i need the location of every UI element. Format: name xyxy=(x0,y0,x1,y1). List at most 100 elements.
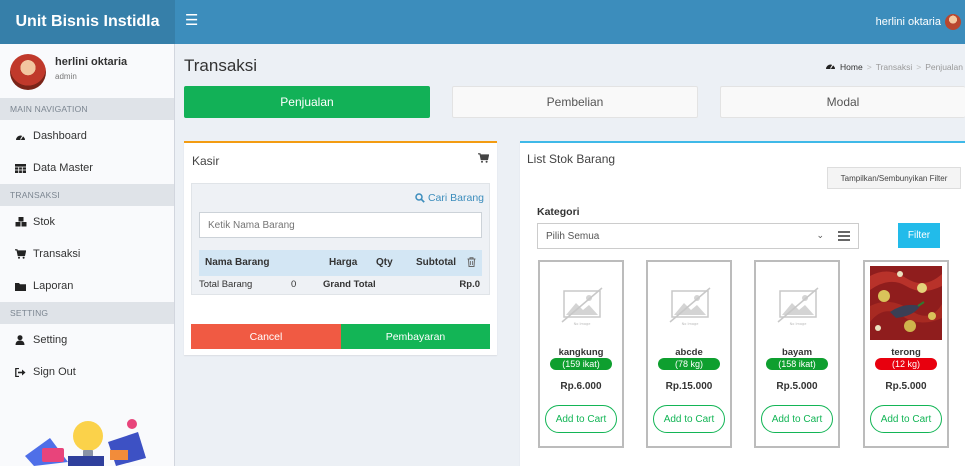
sign-out-icon xyxy=(15,367,33,377)
search-icon xyxy=(415,193,425,203)
breadcrumb-transaksi[interactable]: Transaksi xyxy=(876,62,913,72)
top-user-name: herlini oktaria xyxy=(875,16,941,28)
user-name: herlini oktaria xyxy=(55,56,128,68)
product-name: bayam xyxy=(781,347,813,358)
list-icon[interactable] xyxy=(838,231,850,241)
no-image-icon: No Image xyxy=(656,267,723,344)
home-icon xyxy=(825,61,836,72)
stok-panel: List Stok Barang Tampilkan/Sembunyikan F… xyxy=(520,141,965,466)
no-image-text: No Image xyxy=(789,322,806,326)
grand-total-label: Grand Total xyxy=(323,279,376,290)
kategori-label: Kategori xyxy=(537,206,580,218)
add-to-cart-button[interactable]: Add to Cart xyxy=(653,405,725,433)
no-image-text: No Image xyxy=(573,322,590,326)
pembayaran-button[interactable]: Pembayaran xyxy=(341,324,490,349)
user-icon xyxy=(15,335,33,345)
kasir-panel: Kasir Cari Barang Nama Barang Harga Qty … xyxy=(184,141,497,355)
sidebar-item-stok[interactable]: Stok xyxy=(0,206,174,238)
kasir-title: Kasir xyxy=(192,154,220,168)
sidebar-item-label: Sign Out xyxy=(33,366,76,378)
product-price: Rp.15.000 xyxy=(665,381,713,392)
sidebar-item-label: Transaksi xyxy=(33,248,81,260)
stock-badge: (12 kg) xyxy=(875,358,937,370)
sidebar: herlini oktaria admin MAIN NAVIGATION Da… xyxy=(0,44,175,466)
cari-barang-link[interactable]: Cari Barang xyxy=(415,192,484,204)
sidebar-item-transaksi[interactable]: Transaksi xyxy=(0,238,174,270)
add-to-cart-button[interactable]: Add to Cart xyxy=(870,405,942,433)
avatar xyxy=(10,54,46,90)
table-icon xyxy=(15,163,33,173)
product-price: Rp.5.000 xyxy=(885,381,927,392)
product-price: Rp.5.000 xyxy=(776,381,818,392)
column-header-subtotal: Subtotal xyxy=(416,257,456,268)
column-header-nama-barang: Nama Barang xyxy=(205,257,270,268)
sidebar-item-label: Data Master xyxy=(33,162,93,174)
breadcrumb-penjualan: Penjualan xyxy=(925,61,963,72)
cart-icon xyxy=(478,153,490,166)
product-name: abcde xyxy=(675,347,703,358)
sidebar-item-label: Stok xyxy=(33,216,56,228)
sidebar-item-dashboard[interactable]: Dashboard xyxy=(0,120,174,152)
kategori-select[interactable]: Pilih Semua ⌄ xyxy=(537,223,859,249)
sidebar-item-label: Laporan xyxy=(33,280,74,292)
breadcrumb-separator: > xyxy=(916,61,922,72)
add-to-cart-button[interactable]: Add to Cart xyxy=(545,405,617,433)
product-photo xyxy=(870,266,942,340)
cart-box: Cari Barang Nama Barang Harga Qty Subtot… xyxy=(191,183,490,295)
no-image-text: No Image xyxy=(681,322,698,326)
brand-logo[interactable]: Unit Bisnis Instidla xyxy=(0,0,175,44)
breadcrumb-separator: > xyxy=(866,61,872,72)
product-card-kangkung: No Image kangkung (159 ikat) Rp.6.000 Ad… xyxy=(538,260,624,448)
tachometer-icon xyxy=(15,132,33,141)
breadcrumb: Home > Transaksi > Penjualan xyxy=(825,61,963,72)
stock-badge: (78 kg) xyxy=(658,358,720,370)
sidebar-item-data-master[interactable]: Data Master xyxy=(0,152,174,184)
breadcrumb-home[interactable]: Home xyxy=(840,62,863,72)
decorative-illustration xyxy=(20,410,150,466)
tab-pembelian[interactable]: Pembelian xyxy=(452,86,698,118)
cari-barang-label: Cari Barang xyxy=(427,192,484,204)
cart-table-header: Nama Barang Harga Qty Subtotal xyxy=(199,250,482,276)
sidebar-item-sign-out[interactable]: Sign Out xyxy=(0,356,174,388)
trash-icon[interactable] xyxy=(467,257,476,270)
product-card-terong: terong (12 kg) Rp.5.000 Add to Cart xyxy=(863,260,949,448)
sidebar-item-label: Setting xyxy=(33,334,68,346)
folder-icon xyxy=(15,282,33,291)
top-navbar: ☰ herlini oktaria xyxy=(175,0,965,44)
section-header-transaksi: TRANSAKSI xyxy=(0,184,174,206)
product-price: Rp.6.000 xyxy=(560,381,602,392)
cart-total-row: Total Barang 0 Grand Total Rp.0 xyxy=(199,277,482,295)
user-menu[interactable]: herlini oktaria xyxy=(876,0,961,44)
total-barang-value: 0 xyxy=(291,279,297,290)
user-panel: herlini oktaria admin xyxy=(0,44,174,98)
toggle-filter-button[interactable]: Tampilkan/Sembunyikan Filter xyxy=(827,167,961,189)
user-role: admin xyxy=(55,72,77,81)
stock-badge: (158 ikat) xyxy=(766,358,828,370)
cart-icon xyxy=(15,249,33,259)
page-title: Transaksi xyxy=(184,56,258,75)
tab-penjualan[interactable]: Penjualan xyxy=(184,86,430,118)
sidebar-item-laporan[interactable]: Laporan xyxy=(0,270,174,302)
search-barang-input[interactable] xyxy=(199,212,482,238)
column-header-harga: Harga xyxy=(329,257,358,268)
cubes-icon xyxy=(15,217,33,227)
product-card-abcde: No Image abcde (78 kg) Rp.15.000 Add to … xyxy=(646,260,732,448)
filter-button[interactable]: Filter xyxy=(898,223,940,248)
sidebar-item-setting[interactable]: Setting xyxy=(0,324,174,356)
stock-badge: (159 ikat) xyxy=(550,358,612,370)
add-to-cart-button[interactable]: Add to Cart xyxy=(761,405,833,433)
total-barang-label: Total Barang xyxy=(199,279,253,290)
stok-title: List Stok Barang xyxy=(527,152,616,166)
no-image-icon: No Image xyxy=(764,267,831,344)
section-header-setting: SETTING xyxy=(0,302,174,324)
section-header-main-navigation: MAIN NAVIGATION xyxy=(0,98,174,120)
product-card-bayam: No Image bayam (158 ikat) Rp.5.000 Add t… xyxy=(754,260,840,448)
no-image-icon: No Image xyxy=(548,267,615,344)
sidebar-item-label: Dashboard xyxy=(33,130,87,142)
cancel-button[interactable]: Cancel xyxy=(191,324,341,349)
column-header-qty: Qty xyxy=(376,257,393,268)
top-avatar xyxy=(945,14,961,30)
chevron-down-icon: ⌄ xyxy=(816,230,824,240)
hamburger-icon[interactable]: ☰ xyxy=(185,13,198,28)
tab-modal[interactable]: Modal xyxy=(720,86,965,118)
